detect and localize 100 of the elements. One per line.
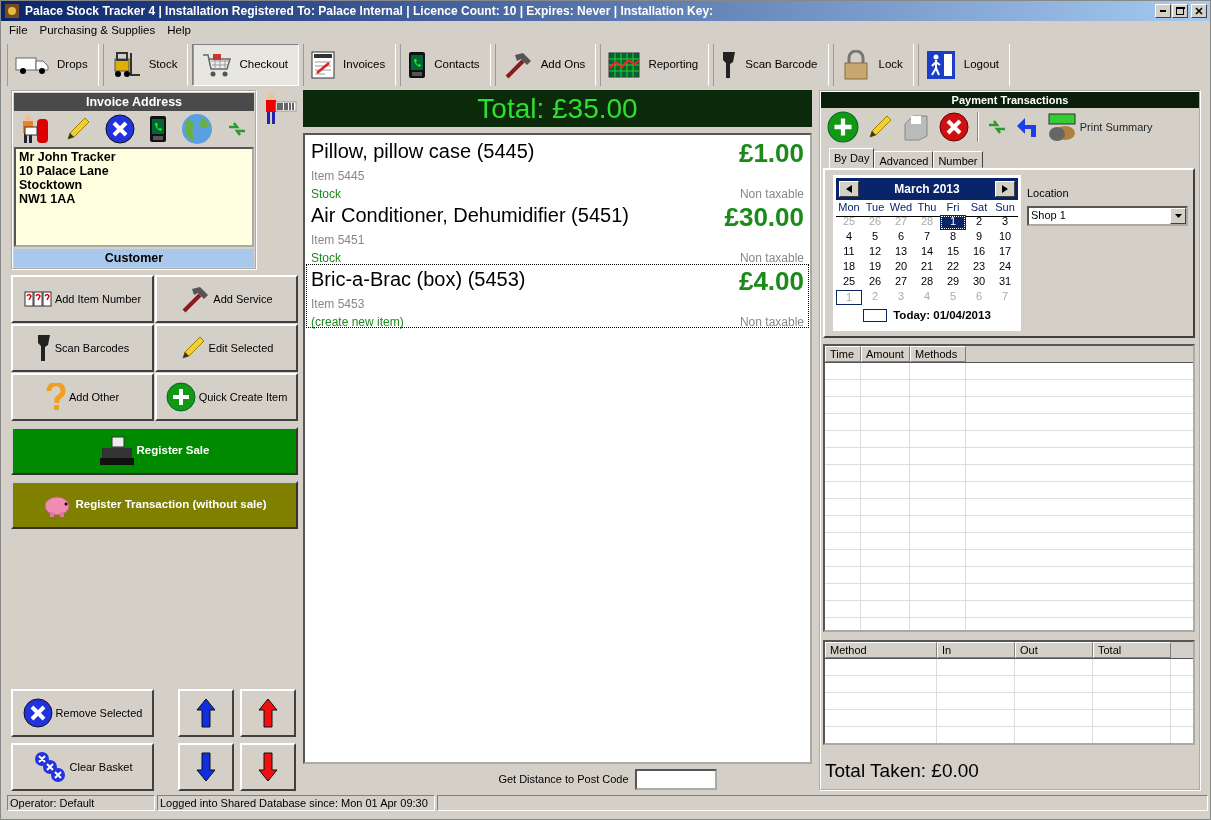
toolbar-button[interactable]: Lock [832, 44, 914, 86]
address-field[interactable]: Mr John Tracker 10 Palace Lane Stocktown NW1 1AA [14, 147, 254, 247]
minimize-button[interactable] [1155, 4, 1171, 18]
move-button[interactable] [240, 743, 296, 791]
toolbar-button[interactable]: Checkout [192, 44, 300, 86]
toolbar-button[interactable]: Drops [7, 44, 99, 86]
move-button[interactable] [178, 689, 234, 737]
previous-month-button[interactable] [839, 181, 859, 197]
calendar-day[interactable]: 4 [836, 230, 862, 245]
calendar-day[interactable]: 24 [992, 260, 1018, 275]
calendar-day[interactable]: 23 [966, 260, 992, 275]
calendar-day[interactable]: 20 [888, 260, 914, 275]
action-button[interactable]: Add Item Number [11, 275, 154, 323]
action-button[interactable]: Scan Barcodes [11, 324, 154, 372]
toolbar-button[interactable]: Logout [917, 44, 1010, 86]
van-icon [15, 54, 49, 76]
column-header[interactable]: Time [825, 346, 861, 362]
toolbar-button[interactable]: Add Ons [494, 44, 597, 86]
location-dropdown[interactable]: Shop 1 [1027, 205, 1188, 226]
today-label[interactable]: Today: 01/04/2013 [893, 307, 991, 325]
basket-item[interactable]: Air Conditioner, Dehumidifier (5451) £30.00 Item 5451 Stock Non taxable [306, 200, 809, 264]
remove-icon [22, 698, 53, 728]
remove-icon[interactable] [105, 114, 135, 144]
weekday-label: Wed [888, 200, 914, 217]
add-icon [827, 111, 859, 143]
calendar-day[interactable]: 19 [862, 260, 888, 275]
menu-item[interactable]: File [9, 22, 28, 40]
calendar-day[interactable]: 18 [836, 260, 862, 275]
column-header[interactable]: Methods [910, 346, 966, 362]
calendar-day[interactable]: 6 [888, 230, 914, 245]
column-header[interactable]: Total [1093, 642, 1171, 658]
up-arrow-icon [258, 698, 278, 728]
calendar-day[interactable]: 13 [888, 245, 914, 260]
move-button[interactable] [178, 743, 234, 791]
scanner-icon [35, 333, 52, 363]
maximize-button[interactable] [1172, 4, 1188, 18]
pencil-icon [179, 335, 206, 361]
column-header[interactable]: Method [825, 642, 937, 658]
cart-icon [201, 52, 232, 78]
basket-button[interactable]: Remove Selected [11, 689, 154, 737]
calendar-day[interactable]: 22 [940, 260, 966, 275]
calendar-day[interactable]: 5 [862, 230, 888, 245]
action-button[interactable]: Add Service [155, 275, 298, 323]
basket-item[interactable]: Bric-a-Brac (box) (5453) £4.00 Item 5453 (create new item) Non taxable [306, 264, 809, 328]
calendar-day[interactable]: 7 [914, 230, 940, 245]
number-tags-icon [23, 290, 52, 308]
column-header[interactable]: Out [1015, 642, 1093, 658]
basket-item[interactable]: Pillow, pillow case (5445) £1.00 Item 5445 Stock Non taxable [306, 136, 809, 200]
calendar-day[interactable]: 28 [914, 275, 940, 290]
calendar-day[interactable]: 25 [836, 275, 862, 290]
calendar-day[interactable]: 11 [836, 245, 862, 260]
next-month-button[interactable] [995, 181, 1015, 197]
calendar-day[interactable]: 2 [966, 215, 992, 230]
toolbar-button[interactable]: Scan Barcode [713, 44, 829, 86]
calendar-day[interactable]: 26 [862, 275, 888, 290]
postbox-person-icon[interactable] [21, 113, 51, 145]
calendar-day[interactable]: 30 [966, 275, 992, 290]
calendar-day[interactable]: 29 [940, 275, 966, 290]
calendar-day[interactable]: 17 [992, 245, 1018, 260]
calendar-day[interactable]: 3 [992, 215, 1018, 230]
toolbar-button[interactable]: Contacts [400, 44, 491, 86]
calendar-day[interactable]: 16 [966, 245, 992, 260]
total-taken: Total Taken: £0.00 [824, 758, 980, 783]
calendar-day[interactable]: 12 [862, 245, 888, 260]
menu-item[interactable]: Help [167, 22, 191, 40]
calendar-day[interactable]: 14 [914, 245, 940, 260]
calendar-day[interactable]: 8 [940, 230, 966, 245]
action-button[interactable]: Quick Create Item [155, 373, 298, 421]
menu-item[interactable]: Purchasing & Supplies [39, 22, 156, 40]
basket-button[interactable]: Clear Basket [11, 743, 154, 791]
register-button[interactable]: Register Sale [11, 427, 298, 475]
print-summary-button[interactable]: Print Summary [1047, 112, 1153, 142]
calendar-day[interactable]: 27 [888, 275, 914, 290]
tab[interactable]: By Day [829, 148, 875, 168]
toolbar-button[interactable]: Invoices [303, 44, 397, 86]
column-header[interactable]: Amount [861, 346, 910, 362]
calendar-day[interactable]: 21 [914, 260, 940, 275]
calendar-day[interactable]: 10 [992, 230, 1018, 245]
action-button[interactable]: Edit Selected [155, 324, 298, 372]
close-icon [1194, 6, 1204, 16]
column-header[interactable]: In [937, 642, 1015, 658]
calendar-day[interactable]: 31 [992, 275, 1018, 290]
phone-icon[interactable] [149, 115, 167, 143]
register-button[interactable]: Register Transaction (without sale) [11, 481, 298, 529]
calendar-day[interactable]: 15 [940, 245, 966, 260]
tab[interactable]: Advanced [874, 151, 934, 168]
calendar-day[interactable]: 9 [966, 230, 992, 245]
move-button[interactable] [240, 689, 296, 737]
action-button[interactable]: Add Other [11, 373, 154, 421]
weekday-label: Sun [992, 200, 1018, 217]
item-price: £30.00 [724, 203, 804, 231]
calendar-day[interactable]: 1 [940, 215, 966, 230]
toolbar-button[interactable]: Reporting [600, 44, 710, 86]
pencil-icon[interactable] [65, 116, 91, 142]
close-button[interactable] [1191, 4, 1207, 18]
month-title: March 2013 [894, 181, 960, 198]
person-barcode-icon [263, 92, 297, 126]
tab[interactable]: Number [933, 151, 983, 168]
toolbar-button[interactable]: Stock [102, 44, 189, 86]
post-code-field[interactable] [634, 769, 717, 790]
